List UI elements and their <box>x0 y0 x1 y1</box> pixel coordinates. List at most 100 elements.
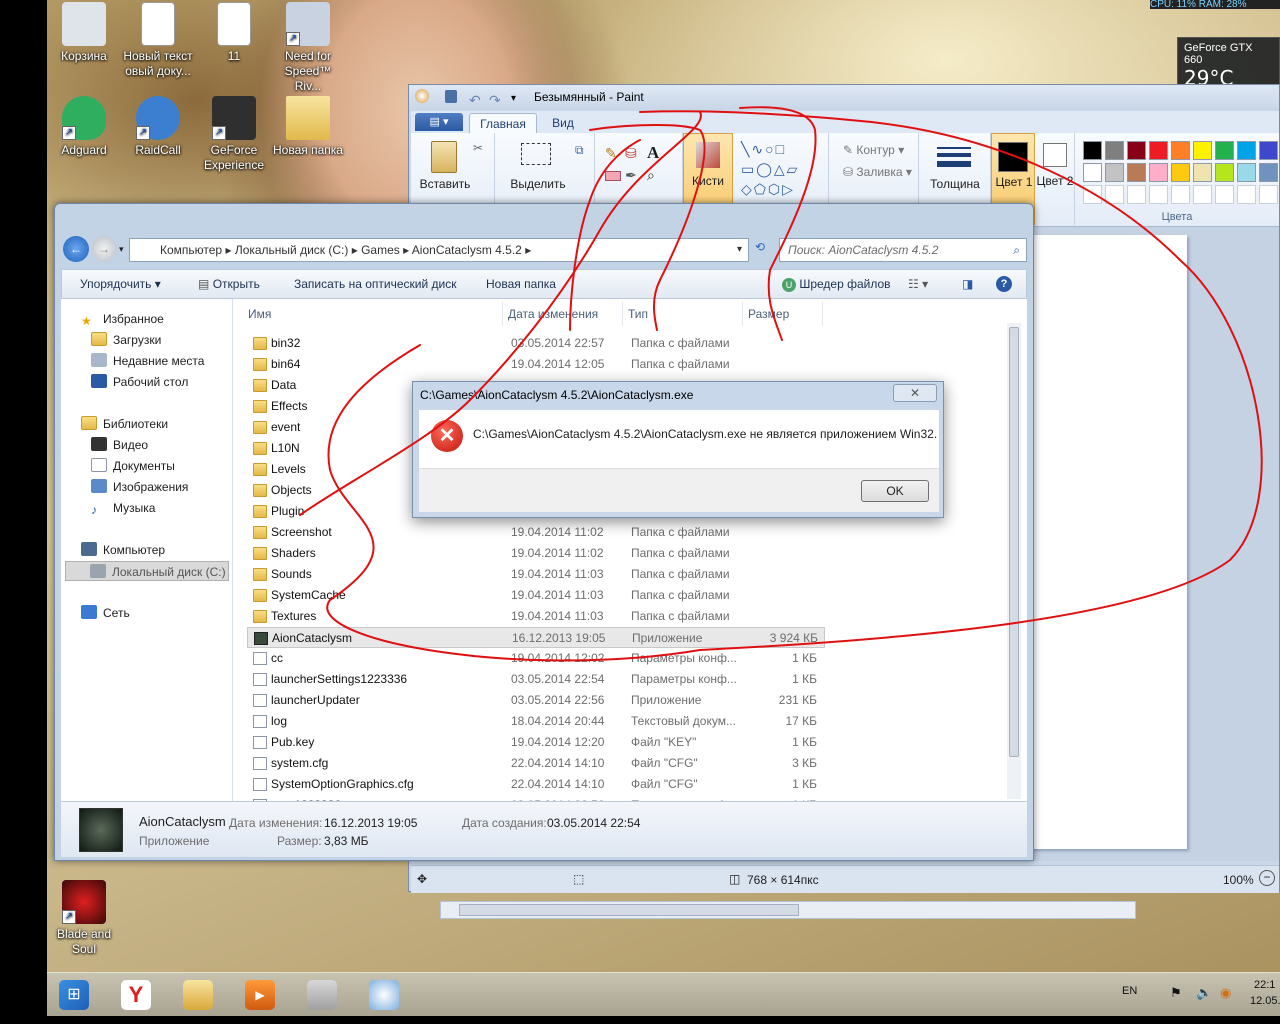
palette-custom-swatch[interactable] <box>1259 185 1278 204</box>
cut-icon[interactable]: ✂ <box>473 141 483 155</box>
outline-button[interactable]: ✎ Контур ▾ <box>843 143 904 157</box>
drawing-canvas[interactable] <box>1021 235 1187 849</box>
select-icon[interactable] <box>521 143 551 165</box>
palette-custom-swatch[interactable] <box>1149 185 1168 204</box>
column-date[interactable]: Дата изменения <box>503 302 623 326</box>
desktop-icon-raidcall[interactable]: ↗ RaidCall <box>121 96 195 158</box>
paint-horizontal-scrollbar[interactable] <box>440 901 1136 919</box>
zoom-out-button[interactable]: − <box>1259 870 1275 886</box>
clock-date[interactable]: 12.05.2 <box>1250 995 1280 1007</box>
desktop-icon-text-file[interactable]: Новый текст овый доку... <box>121 2 195 79</box>
vertical-scrollbar[interactable] <box>1007 323 1021 799</box>
palette-color-swatch[interactable] <box>1127 141 1146 160</box>
palette-color-swatch[interactable] <box>1259 163 1278 182</box>
language-indicator[interactable]: EN <box>1122 985 1137 997</box>
view-options-icon[interactable]: ☷ ▾ <box>908 273 928 295</box>
file-row[interactable]: Screenshot 19.04.2014 11:02 Папка с файлам… <box>247 522 825 543</box>
quick-access-dropdown-icon[interactable]: ▾ <box>511 87 516 111</box>
palette-color-swatch[interactable] <box>1083 163 1102 182</box>
taskbar-yandex[interactable]: Y <box>109 977 163 1013</box>
preview-pane-icon[interactable]: ◨ <box>962 273 973 295</box>
palette-color-swatch[interactable] <box>1171 163 1190 182</box>
palette-color-swatch[interactable] <box>1149 141 1168 160</box>
file-row[interactable]: system.cfg 22.04.2014 14:10 Файл "CFG" 3 КБ <box>247 753 825 774</box>
palette-color-swatch[interactable] <box>1215 163 1234 182</box>
palette-color-swatch[interactable] <box>1105 163 1124 182</box>
shredder-button[interactable]: U Шредер файлов <box>782 273 891 295</box>
palette-custom-swatch[interactable] <box>1105 185 1124 204</box>
search-icon[interactable]: ⌕ <box>1013 239 1020 261</box>
nav-libraries[interactable]: Библиотеки <box>81 414 168 434</box>
text-tool-icon[interactable]: A <box>647 143 659 163</box>
file-row[interactable]: cc 19.04.2014 12:02 Параметры конф... 1 КБ <box>247 648 825 669</box>
fill-button[interactable]: ⛁ Заливка ▾ <box>843 165 912 179</box>
palette-color-swatch[interactable] <box>1083 141 1102 160</box>
desktop-icon-need-for-speed[interactable]: ↗ Need for Speed™ Riv... <box>271 2 345 94</box>
palette-color-swatch[interactable] <box>1149 163 1168 182</box>
open-button[interactable]: ▤ Открыть <box>198 273 260 295</box>
desktop-icon-adguard[interactable]: ↗ Adguard <box>47 96 121 158</box>
file-row[interactable]: Textures 19.04.2014 11:03 Папка с файлами <box>247 606 825 627</box>
organize-button[interactable]: Упорядочить ▾ <box>80 273 161 295</box>
palette-custom-swatch[interactable] <box>1237 185 1256 204</box>
network-tray-icon[interactable]: ◉ <box>1220 985 1231 1001</box>
desktop-icon-blade-and-soul[interactable]: ↗ Blade and Soul <box>47 880 121 957</box>
desktop-icon-11[interactable]: 11 <box>197 2 271 64</box>
nav-computer[interactable]: Компьютер <box>81 540 165 560</box>
new-folder-button[interactable]: Новая папка <box>486 273 556 295</box>
nav-local-disk[interactable]: Локальный диск (C:) <box>65 561 229 581</box>
taskbar-media-player[interactable]: ▶ <box>233 977 287 1013</box>
breadcrumb-games[interactable]: Games <box>361 243 400 257</box>
redo-icon[interactable]: ↷ <box>489 88 501 112</box>
palette-custom-swatch[interactable] <box>1215 185 1234 204</box>
fill-bucket-icon[interactable]: ⛁ <box>625 145 637 162</box>
palette-color-swatch[interactable] <box>1215 141 1234 160</box>
taskbar-game[interactable] <box>295 977 349 1013</box>
paint-app-icon[interactable] <box>415 89 429 103</box>
forward-button[interactable]: → <box>91 236 117 262</box>
back-button[interactable]: ← <box>63 236 89 262</box>
taskbar-paint[interactable] <box>357 977 411 1013</box>
paste-button[interactable]: Вставить <box>415 177 475 191</box>
breadcrumb-local-disk[interactable]: Локальный диск (C:) <box>235 243 349 257</box>
palette-custom-swatch[interactable] <box>1127 185 1146 204</box>
nav-documents[interactable]: Документы <box>91 456 175 476</box>
clock-time[interactable]: 22:1 <box>1254 979 1275 991</box>
nav-images[interactable]: Изображения <box>91 477 188 497</box>
nav-recent[interactable]: Недавние места <box>91 351 204 371</box>
nav-music[interactable]: ♪ Музыка <box>91 498 155 518</box>
pencil-icon[interactable]: ✎ <box>605 145 617 162</box>
nav-favorites[interactable]: ★ Избранное <box>81 309 164 329</box>
desktop-icon-new-folder[interactable]: Новая папка <box>271 96 345 158</box>
palette-color-swatch[interactable] <box>1127 163 1146 182</box>
save-icon[interactable] <box>445 90 457 103</box>
file-menu-button[interactable]: ▤ ▾ <box>415 113 463 131</box>
nav-video[interactable]: Видео <box>91 435 148 455</box>
dialog-close-button[interactable]: ✕ <box>893 384 937 402</box>
action-center-icon[interactable]: ⚑ <box>1170 985 1182 1001</box>
paste-icon[interactable] <box>431 141 457 173</box>
color-picker-icon[interactable]: ✒ <box>625 167 637 184</box>
palette-color-swatch[interactable] <box>1171 141 1190 160</box>
nav-downloads[interactable]: Загрузки <box>91 330 161 350</box>
palette-custom-swatch[interactable] <box>1083 185 1102 204</box>
palette-color-swatch[interactable] <box>1237 141 1256 160</box>
palette-color-swatch[interactable] <box>1237 163 1256 182</box>
paint-scrollbar-thumb[interactable] <box>459 904 799 916</box>
shapes-gallery[interactable]: ╲∿○□ ▭◯△▱ ◇⬠⬡▷ <box>741 139 827 199</box>
undo-icon[interactable]: ↶ <box>469 88 481 112</box>
start-button[interactable]: ⊞ <box>47 977 101 1013</box>
select-button[interactable]: Выделить <box>503 177 573 191</box>
column-size[interactable]: Размер <box>743 302 823 326</box>
palette-color-swatch[interactable] <box>1105 141 1124 160</box>
breadcrumb-aion[interactable]: AionCataclysm 4.5.2 <box>412 243 522 257</box>
file-row[interactable]: log 18.04.2014 20:44 Текстовый докум... 17 … <box>247 711 825 732</box>
palette-custom-swatch[interactable] <box>1171 185 1190 204</box>
eraser-icon[interactable] <box>605 171 621 181</box>
volume-icon[interactable]: 🔈 <box>1196 985 1212 1001</box>
file-row[interactable]: bin64 19.04.2014 12:05 Папка с файлами <box>247 354 825 375</box>
desktop-icon-geforce-experience[interactable]: ↗ GeForce Experience <box>197 96 271 173</box>
help-icon[interactable]: ? <box>996 276 1012 292</box>
breadcrumb-computer[interactable]: Компьютер <box>160 243 222 257</box>
breadcrumb[interactable]: Компьютер ▸ Локальный диск (C:) ▸ Games … <box>129 238 749 262</box>
